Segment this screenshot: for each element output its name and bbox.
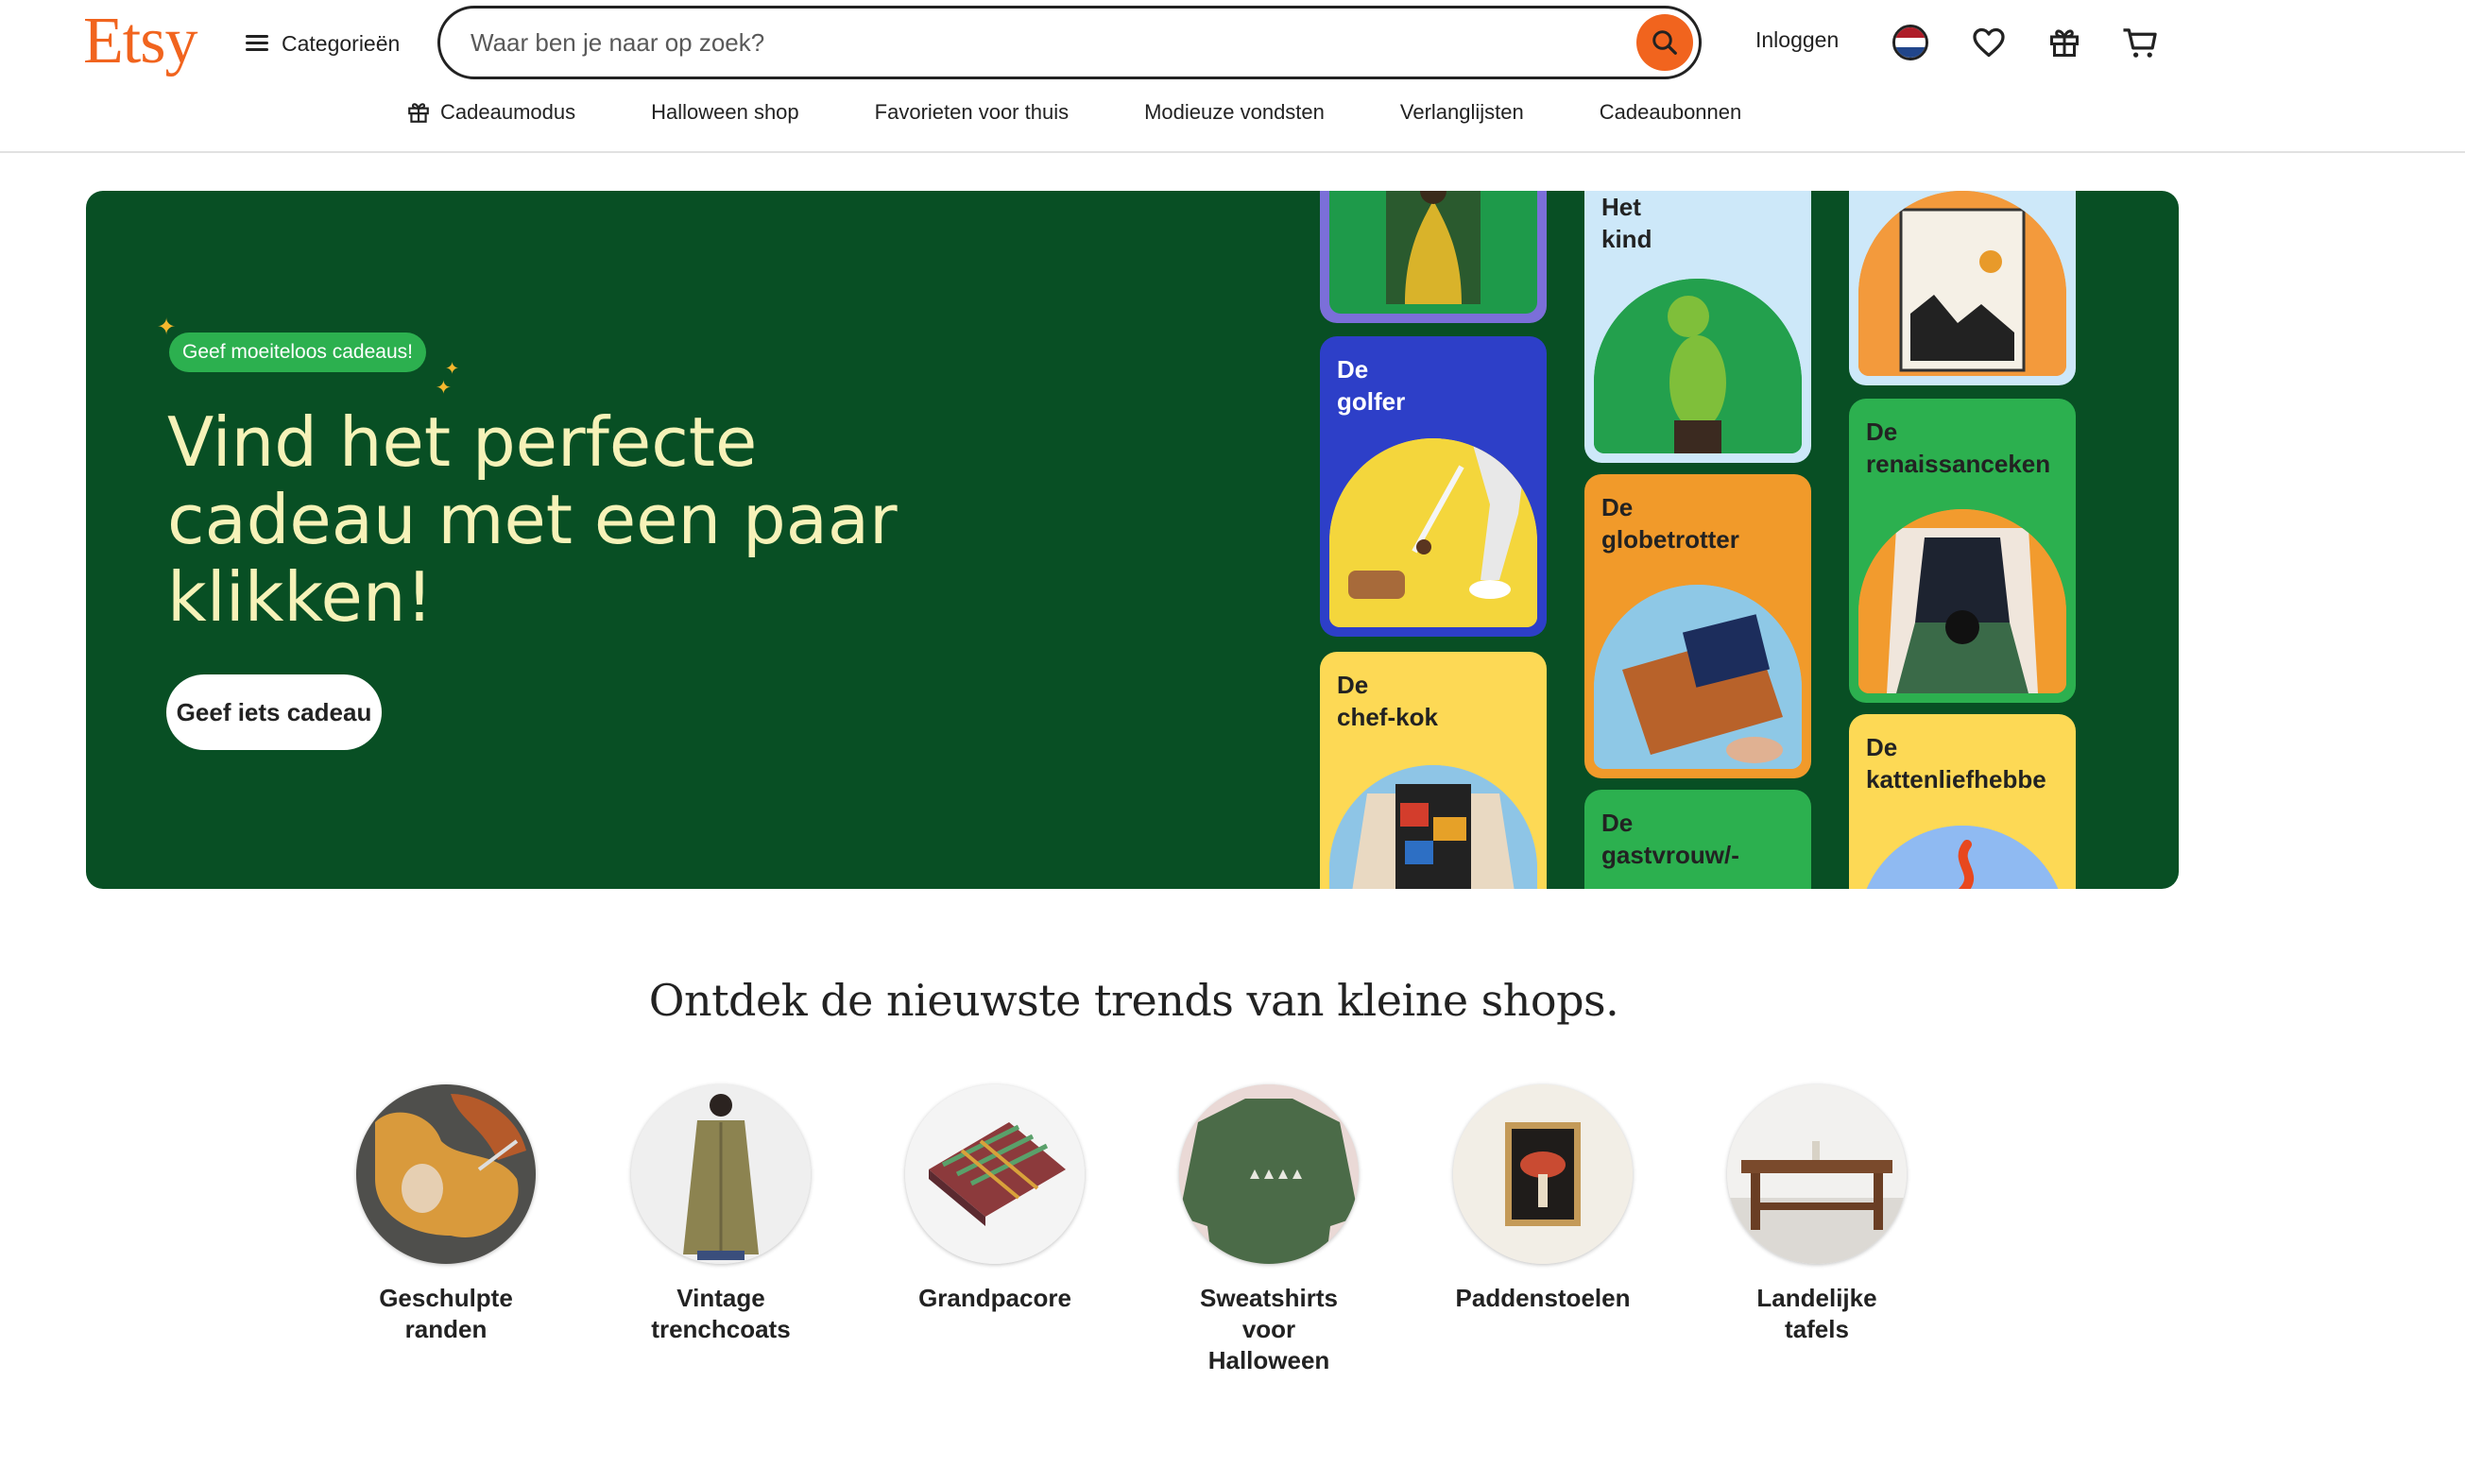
heart-icon bbox=[1973, 27, 2005, 58]
mushroom-print-image bbox=[1453, 1084, 1633, 1264]
card-title: De gastvrouw/- bbox=[1601, 809, 1739, 869]
search-icon bbox=[1652, 30, 1677, 55]
trend-image bbox=[1453, 1084, 1633, 1264]
hero-banner: ✦ Geef moeiteloos cadeaus! ✦ ✦ Vind het … bbox=[86, 191, 2179, 889]
search-bar bbox=[437, 6, 1702, 79]
card-title: De chef-kok bbox=[1337, 671, 1438, 731]
card-image bbox=[1594, 585, 1802, 769]
trends-heading: Ontdek de nieuwste trends van kleine sho… bbox=[648, 975, 1619, 1026]
etsy-logo[interactable]: Etsy bbox=[83, 4, 197, 79]
favorites-button[interactable] bbox=[1967, 21, 2011, 64]
gift-card-kid[interactable]: Het kind bbox=[1584, 191, 1811, 463]
give-gift-button[interactable]: Geef iets cadeau bbox=[166, 674, 382, 750]
hero-title: Vind het perfecte cadeau met een paar kl… bbox=[167, 402, 898, 637]
apron-image bbox=[1329, 765, 1537, 889]
trend-item-halloween-sweatshirts[interactable]: Sweatshirts voor Halloween bbox=[1132, 1084, 1406, 1376]
subnav-label: Cadeaubonnen bbox=[1599, 100, 1742, 124]
subnav-label: Halloween shop bbox=[651, 100, 799, 124]
subnav-item-gift-cards[interactable]: Cadeaubonnen bbox=[1600, 100, 1741, 125]
card-image bbox=[1329, 191, 1537, 314]
green-sweatshirt-image bbox=[1179, 1084, 1359, 1264]
subnav-label: Favorieten voor thuis bbox=[874, 100, 1070, 124]
subnav-item-home-favorites[interactable]: Favorieten voor thuis bbox=[875, 100, 1069, 125]
trend-item-grandpacore[interactable]: Grandpacore bbox=[858, 1084, 1132, 1314]
subnav-label: Verlanglijsten bbox=[1399, 100, 1524, 124]
trend-label: Vintage trenchcoats bbox=[651, 1284, 791, 1343]
trend-image bbox=[631, 1084, 811, 1264]
trend-item-vintage-trench[interactable]: Vintage trenchcoats bbox=[584, 1084, 858, 1345]
sparkle-icon: ✦ bbox=[157, 315, 177, 340]
search-button[interactable] bbox=[1636, 14, 1693, 71]
card-title: De renaissanceken bbox=[1866, 418, 2051, 478]
trend-item-scalloped-edges[interactable]: Geschulpte randen bbox=[309, 1084, 583, 1345]
shopping-cart-icon bbox=[2123, 28, 2157, 58]
gift-card-top-col3[interactable] bbox=[1849, 191, 2076, 385]
subnav-item-registries[interactable]: Verlanglijsten bbox=[1400, 100, 1524, 125]
cat-toy-image bbox=[1858, 826, 2066, 889]
subnav-item-fashion[interactable]: Modieuze vondsten bbox=[1144, 100, 1325, 125]
subnav-label: Modieuze vondsten bbox=[1144, 100, 1325, 124]
gift-card-top-col1[interactable] bbox=[1320, 191, 1547, 323]
card-title: De golfer bbox=[1337, 355, 1406, 416]
card-image bbox=[1858, 509, 2066, 693]
subnav-item-halloween[interactable]: Halloween shop bbox=[651, 100, 799, 125]
trend-label: Geschulpte randen bbox=[379, 1284, 513, 1343]
hamburger-icon bbox=[246, 35, 268, 52]
card-image bbox=[1858, 826, 2066, 889]
portrait-artwork-image bbox=[1386, 191, 1481, 304]
search-input[interactable] bbox=[469, 26, 1636, 59]
trend-label: Sweatshirts voor Halloween bbox=[1200, 1284, 1338, 1374]
scalloped-placemat-image bbox=[356, 1084, 536, 1264]
trend-image bbox=[905, 1084, 1085, 1264]
gift-card-renaissance[interactable]: De renaissanceken bbox=[1849, 399, 2076, 703]
trend-label: Landelijke tafels bbox=[1756, 1284, 1877, 1343]
gift-card-host[interactable]: De gastvrouw/- bbox=[1584, 790, 1811, 889]
subnav-item-gift-mode[interactable]: Cadeaumodus bbox=[406, 100, 575, 125]
trend-label: Grandpacore bbox=[918, 1284, 1071, 1312]
card-image bbox=[1594, 279, 1802, 453]
cart-button[interactable] bbox=[2118, 21, 2162, 64]
subnav-label: Cadeaumodus bbox=[440, 100, 576, 124]
gift-card-cat-lover[interactable]: De kattenliefhebbe bbox=[1849, 714, 2076, 889]
trend-image bbox=[356, 1084, 536, 1264]
framed-print-image bbox=[1858, 191, 2066, 376]
card-image bbox=[1329, 765, 1537, 889]
leather-wallet-image bbox=[1594, 585, 1802, 769]
trend-label: Paddenstoelen bbox=[1455, 1284, 1631, 1312]
trend-item-rustic-tables[interactable]: Landelijke tafels bbox=[1680, 1084, 1954, 1345]
categories-label: Categorieën bbox=[282, 30, 401, 56]
card-title: Het kind bbox=[1601, 193, 1652, 253]
golf-set-image bbox=[1329, 438, 1537, 627]
trend-item-mushrooms[interactable]: Paddenstoelen bbox=[1406, 1084, 1680, 1314]
dinosaur-toy-image bbox=[1594, 279, 1802, 453]
trend-image bbox=[1179, 1084, 1359, 1264]
sub-navigation: Cadeaumodus Halloween shop Favorieten vo… bbox=[406, 100, 1741, 125]
trend-image bbox=[1727, 1084, 1907, 1264]
site-header: Etsy Categorieën Inloggen bbox=[0, 0, 2465, 153]
plaid-blanket-image bbox=[905, 1084, 1085, 1264]
gift-card-chef[interactable]: De chef-kok bbox=[1320, 652, 1547, 889]
gift-icon bbox=[408, 103, 429, 123]
gift-card-golfer[interactable]: De golfer bbox=[1320, 336, 1547, 637]
card-image bbox=[1329, 438, 1537, 627]
sparkle-icon: ✦ bbox=[436, 378, 452, 399]
card-title: De globetrotter bbox=[1601, 493, 1739, 554]
trench-coat-image bbox=[631, 1084, 811, 1264]
signin-link[interactable]: Inloggen bbox=[1755, 27, 1839, 53]
renaissance-dress-image bbox=[1858, 509, 2066, 693]
rustic-table-image bbox=[1727, 1084, 1907, 1264]
categories-menu-button[interactable]: Categorieën bbox=[246, 25, 400, 62]
gift-card-globetrotter[interactable]: De globetrotter bbox=[1584, 474, 1811, 778]
card-image bbox=[1858, 191, 2066, 376]
hero-badge: Geef moeiteloos cadeaus! bbox=[169, 333, 426, 372]
gifts-button[interactable] bbox=[2043, 21, 2086, 64]
card-title: De kattenliefhebbe bbox=[1866, 733, 2046, 793]
language-region-button[interactable] bbox=[1889, 21, 1932, 64]
gift-icon bbox=[2050, 29, 2079, 57]
netherlands-flag-icon bbox=[1892, 25, 1928, 60]
